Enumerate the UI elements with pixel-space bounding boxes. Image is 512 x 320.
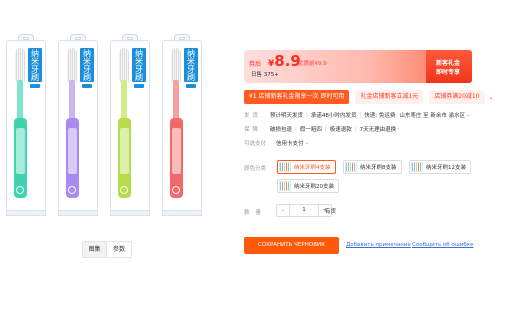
sku-thumbnail: [345, 162, 357, 172]
sku-label: 颜色分类: [244, 166, 267, 172]
coupon-row: ¥1 店铺新客礼金限享一次 即时可用 礼金店铺新客立减1元 店铺券满20减10 …: [244, 90, 494, 104]
payment-value[interactable]: 信用卡支付: [276, 139, 304, 147]
save-draft-button[interactable]: СОХРАНИТЬ ЧЕРНОВИК: [244, 237, 339, 254]
guarantee-item: 极速退款: [329, 127, 352, 133]
new-customer-promo[interactable]: 新客礼金 即时专享: [426, 50, 472, 83]
sku-option[interactable]: 纳米牙刷20支装: [277, 179, 339, 193]
quantity-label: 数量: [244, 210, 268, 216]
quantity-input[interactable]: 1: [289, 205, 319, 216]
add-note-link[interactable]: Добавить примечание: [346, 242, 411, 248]
price-banner: 券后 ¥8.9 优惠前¥9.9 日售 375+ 新客礼金 即时专享: [244, 50, 472, 83]
sku-thumbnail: [279, 181, 291, 191]
report-error-link[interactable]: Сообщить об ошибке: [412, 242, 474, 248]
shipping-row: 发货 预计明天发货 | 承诺48小时内发货 | 快递: 免运费 山东枣庄 至 新…: [244, 110, 471, 120]
guarantee-item: 破损包退: [270, 127, 293, 133]
divider: |: [295, 126, 297, 132]
shipping-route[interactable]: 山东枣庄 至 新余市 渝水区: [399, 111, 465, 119]
shipping-time: 预计明天发货: [270, 113, 304, 119]
sku-thumbnail: [411, 162, 423, 172]
tab-parameters[interactable]: 参数: [107, 242, 131, 257]
shipping-express: 快递: 免运费: [364, 113, 396, 119]
chevron-right-icon[interactable]: ›: [397, 126, 399, 132]
promo-line-1: 新客礼金: [436, 60, 461, 67]
pack-label: 纳米牙刷: [132, 48, 146, 82]
pack-label: 纳米牙刷: [184, 48, 198, 82]
toothbrush-pack: 纳米牙刷: [160, 34, 204, 224]
guarantee-item: 7天无理由退换: [359, 127, 397, 133]
price-amount: 8.9: [274, 52, 301, 70]
guarantee-label: 保障: [244, 127, 262, 133]
sku-option[interactable]: 纳米牙刷4支装: [277, 160, 336, 174]
shipping-promise: 承诺48小时内发货: [310, 113, 357, 119]
chevron-down-icon[interactable]: ⌄: [489, 94, 494, 101]
divider: |: [359, 112, 362, 118]
pack-label: 纳米牙刷: [28, 48, 42, 82]
original-price: 优惠前¥9.9: [298, 61, 327, 67]
sku-option[interactable]: 纳米牙刷8支装: [343, 160, 402, 174]
guarantee-row: 保障 破损包退 | 假一赔四 | 极速退款 | 7天无理由退换 ›: [244, 124, 399, 134]
daily-sales: 日售 375+: [251, 72, 279, 78]
stock-status: 有货: [325, 209, 337, 215]
gallery-tabs: 图集 参数: [82, 241, 132, 258]
toothbrush-pack: 纳米牙刷: [56, 34, 100, 224]
shipping-label: 发货: [244, 113, 262, 119]
sku-thumbnail: [279, 162, 291, 172]
payment-label: 可选支付: [244, 141, 267, 147]
new-customer-coupon[interactable]: ¥1 店铺新客礼金限享一次 即时可用: [244, 90, 350, 104]
sku-option[interactable]: 纳米牙刷12支装: [409, 160, 471, 174]
price-value: ¥8.9: [268, 52, 301, 70]
chevron-down-icon[interactable]: ⌄: [305, 140, 310, 146]
product-main-image[interactable]: 纳米牙刷 纳米牙刷 纳米牙刷 纳米牙刷: [4, 34, 210, 230]
divider: |: [306, 112, 308, 118]
sku-option-label: 纳米牙刷4支装: [294, 165, 331, 171]
sku-option-label: 纳米牙刷12支装: [426, 165, 466, 171]
product-gallery: 纳米牙刷 纳米牙刷 纳米牙刷 纳米牙刷 图集 参数: [0, 0, 212, 258]
toothbrush-pack: 纳米牙刷: [4, 34, 48, 224]
sku-option-label: 纳米牙刷8支装: [360, 165, 397, 171]
guarantee-item: 假一赔四: [299, 127, 322, 133]
coupon-chip[interactable]: 店铺券满20减10: [429, 90, 485, 104]
after-coupon-tag: 券后: [249, 61, 262, 68]
promo-line-2: 即时专享: [436, 69, 461, 76]
divider: |: [354, 126, 357, 132]
quantity-decrease-button[interactable]: -: [277, 205, 289, 216]
divider: |: [324, 126, 327, 132]
payment-row: 可选支付 信用卡支付 ⌄: [244, 138, 309, 148]
sku-option-label: 纳米牙刷20支装: [294, 184, 334, 190]
coupon-chip[interactable]: 礼金店铺新客立减1元: [355, 90, 424, 104]
chevron-down-icon[interactable]: ⌄: [466, 112, 471, 118]
pack-label: 纳米牙刷: [80, 48, 94, 82]
tab-gallery[interactable]: 图集: [83, 242, 107, 257]
toothbrush-pack: 纳米牙刷: [108, 34, 152, 224]
quantity-stepper: - 1 +: [276, 204, 332, 217]
